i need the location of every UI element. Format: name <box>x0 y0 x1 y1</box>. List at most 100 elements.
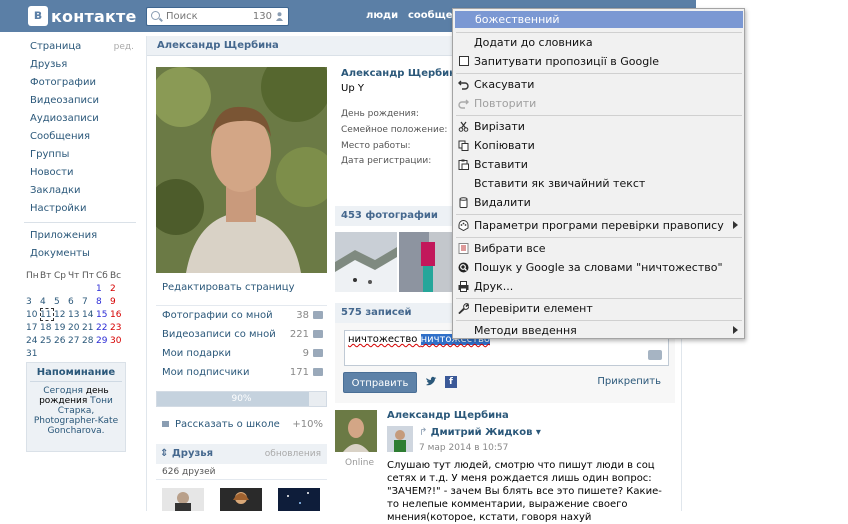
friend-avatar[interactable] <box>220 488 262 511</box>
calendar-day[interactable]: 28 <box>82 334 96 347</box>
menu-item-spelling-suggestion[interactable]: божественний <box>455 11 743 28</box>
photo-thumb[interactable] <box>399 232 459 292</box>
sidebar-item-apps[interactable]: Приложения <box>24 227 136 245</box>
calendar-day[interactable]: 16 <box>110 308 124 321</box>
author-avatar[interactable] <box>335 410 377 452</box>
photo-thumb[interactable] <box>335 232 397 292</box>
friend-avatar[interactable] <box>278 488 320 511</box>
post-date[interactable]: 7 мар 2014 в 10:57 <box>419 443 508 453</box>
link-my-followers[interactable]: Мои подписчики 171 <box>156 363 327 382</box>
post-author[interactable]: Александр Щербина <box>387 410 509 421</box>
vk-logo[interactable]: в контакте <box>28 6 137 26</box>
calendar-day[interactable]: 12 <box>54 308 68 321</box>
calendar-day[interactable]: 5 <box>54 295 68 308</box>
calendar-day[interactable]: 2 <box>110 282 124 295</box>
calendar-day <box>82 282 96 295</box>
menu-item-ask-google[interactable]: Запитувати пропозиції в Google <box>453 52 744 71</box>
sidebar-item-news[interactable]: Новости <box>24 164 136 182</box>
menu-separator <box>456 73 742 74</box>
calendar-day[interactable]: 20 <box>68 321 82 334</box>
sidebar-item-page[interactable]: Страница ред. <box>24 38 136 56</box>
link-videos-with-me[interactable]: Видеозаписи со мной 221 <box>156 325 327 344</box>
sidebar-item-documents[interactable]: Документы <box>24 245 136 263</box>
menu-item-label: Запитувати пропозиції в Google <box>474 55 660 68</box>
calendar-day[interactable]: 24 <box>26 334 40 347</box>
camera-icon[interactable] <box>648 350 662 360</box>
link-count: 38 <box>296 310 309 321</box>
sidebar-item-audio[interactable]: Аудиозаписи <box>24 110 136 128</box>
wrench-icon <box>458 303 469 314</box>
menu-item-undo[interactable]: Скасувати <box>453 75 744 94</box>
menu-item-inspect[interactable]: Перевірити елемент <box>453 299 744 318</box>
calendar-day[interactable]: 22 <box>96 321 110 334</box>
repost-source[interactable]: ↱ Дмитрий Жидков ▾ <box>419 427 541 438</box>
send-button[interactable]: Отправить <box>343 372 417 393</box>
profile-links: Фотографии со мной 38 Видеозаписи со мной… <box>156 305 327 382</box>
calendar-day[interactable]: 23 <box>110 321 124 334</box>
calendar-day[interactable]: 3 <box>26 295 40 308</box>
post-text: Слушаю тут людей, смотрю что пишут люди … <box>387 460 662 523</box>
scissors-icon <box>458 121 469 132</box>
calendar-day[interactable]: 13 <box>68 308 82 321</box>
sidebar-item-messages[interactable]: Сообщения <box>24 128 136 146</box>
sidebar-item-groups[interactable]: Группы <box>24 146 136 164</box>
sidebar-item-photos[interactable]: Фотографии <box>24 74 136 92</box>
search-input[interactable]: Поиск 130 <box>146 7 289 26</box>
menu-item-cut[interactable]: Вирізати <box>453 117 744 136</box>
calendar-day[interactable]: 17 <box>26 321 40 334</box>
friends-updates-link[interactable]: обновления <box>265 444 321 464</box>
calendar-day[interactable]: 18 <box>40 321 54 334</box>
facebook-icon[interactable]: f <box>445 376 457 388</box>
menu-item-spellcheck-options[interactable]: Параметри програми перевірки правопису <box>453 216 744 235</box>
calendar-day[interactable]: 10 <box>26 308 40 321</box>
menu-item-print[interactable]: Друк... <box>453 277 744 296</box>
edit-page-button[interactable]: Редактировать страницу <box>156 279 327 297</box>
menu-item-paste[interactable]: Вставити <box>453 155 744 174</box>
calendar-day[interactable]: 6 <box>68 295 82 308</box>
repost-avatar[interactable] <box>387 426 413 452</box>
calendar-day[interactable]: 21 <box>82 321 96 334</box>
menu-item-select-all[interactable]: Вибрати все <box>453 239 744 258</box>
menu-item-copy[interactable]: Копіювати <box>453 136 744 155</box>
calendar-day[interactable]: 7 <box>82 295 96 308</box>
menu-item-input-methods[interactable]: Методи введення <box>453 321 744 340</box>
calendar-day[interactable]: 27 <box>68 334 82 347</box>
calendar-day[interactable]: 14 <box>82 308 96 321</box>
sidebar-item-settings[interactable]: Настройки <box>24 200 136 218</box>
reminder-today-link[interactable]: Сегодня <box>43 386 83 396</box>
calendar-day[interactable]: 4 <box>40 295 54 308</box>
menu-item-paste-plain[interactable]: Вставити як звичайний текст <box>453 174 744 193</box>
calendar-day[interactable]: 26 <box>54 334 68 347</box>
calendar-day[interactable]: 15 <box>96 308 110 321</box>
calendar-day[interactable]: 30 <box>110 334 124 347</box>
sidebar-item-bookmarks[interactable]: Закладки <box>24 182 136 200</box>
calendar-day[interactable]: 25 <box>40 334 54 347</box>
calendar-day[interactable]: 11 <box>40 308 54 321</box>
sidebar-item-friends[interactable]: Друзья <box>24 56 136 74</box>
info-registration-label: Дата регистрации: <box>341 156 432 166</box>
menu-item-delete[interactable]: Видалити <box>453 193 744 212</box>
calendar-day[interactable]: 31 <box>26 347 40 360</box>
profile-photo[interactable] <box>156 67 327 273</box>
nav-people[interactable]: люди <box>366 10 398 21</box>
calendar-day[interactable]: 29 <box>96 334 110 347</box>
friends-header[interactable]: ⇕ Друзья обновления <box>156 444 327 464</box>
menu-item-redo[interactable]: Повторити <box>453 94 744 113</box>
sidebar-item-videos[interactable]: Видеозаписи <box>24 92 136 110</box>
calendar-day <box>26 282 40 295</box>
link-photos-with-me[interactable]: Фотографии со мной 38 <box>156 306 327 325</box>
profile-status[interactable]: Up Y <box>341 83 364 94</box>
attach-link[interactable]: Прикрепить <box>597 376 661 387</box>
menu-item-add-to-dictionary[interactable]: Додати до словника <box>453 33 744 52</box>
menu-item-label: Пошук у Google за словами "ничтожество" <box>474 261 723 274</box>
calendar-day[interactable]: 1 <box>96 282 110 295</box>
edit-link[interactable]: ред. <box>114 38 134 56</box>
friend-avatar[interactable] <box>162 488 204 511</box>
menu-item-search-google[interactable]: Пошук у Google за словами "ничтожество" <box>453 258 744 277</box>
calendar-day[interactable]: 19 <box>54 321 68 334</box>
tell-about-school-link[interactable]: Рассказать о школе +10% <box>156 416 327 434</box>
calendar-day[interactable]: 9 <box>110 295 124 308</box>
link-my-gifts[interactable]: Мои подарки 9 <box>156 344 327 363</box>
twitter-icon[interactable] <box>425 376 437 388</box>
calendar-day[interactable]: 8 <box>96 295 110 308</box>
